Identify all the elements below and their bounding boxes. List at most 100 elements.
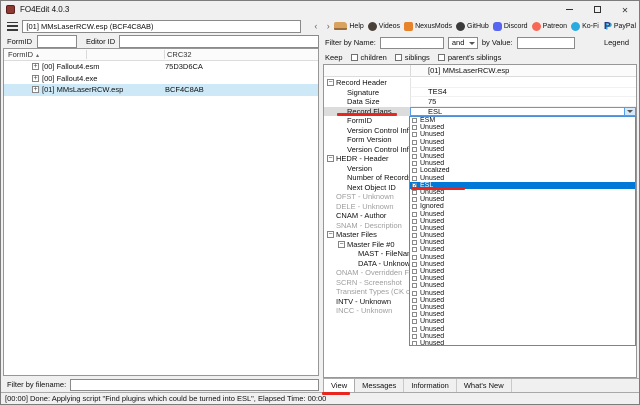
expand-minus-icon[interactable] xyxy=(338,89,345,96)
flag-option[interactable]: Unused xyxy=(410,131,635,138)
expand-minus-icon[interactable] xyxy=(338,127,345,134)
filter-operator-select[interactable]: and xyxy=(448,37,478,49)
back-icon[interactable] xyxy=(310,20,322,33)
flag-option[interactable]: Unused xyxy=(410,146,635,153)
field-value-cell[interactable]: ESL xyxy=(410,107,636,117)
expand-minus-icon[interactable]: − xyxy=(327,155,334,162)
plugin-selector[interactable]: [01] MMsLaserRCW.esp (BCF4C8AB) xyxy=(22,20,300,33)
expand-minus-icon[interactable] xyxy=(338,146,345,153)
flag-option[interactable]: Unused xyxy=(410,275,635,282)
flag-option[interactable]: Ignored xyxy=(410,203,635,210)
expand-minus-icon[interactable] xyxy=(327,279,334,286)
toolbar-link[interactable]: Ko-Fi xyxy=(571,22,599,31)
flag-option[interactable]: Unused xyxy=(410,268,635,275)
expand-minus-icon[interactable] xyxy=(338,117,345,124)
checkbox-icon[interactable] xyxy=(412,168,417,173)
checkbox-icon[interactable] xyxy=(412,190,417,195)
flag-option[interactable]: Unused xyxy=(410,153,635,160)
flag-option[interactable]: Unused xyxy=(410,333,635,340)
expand-plus-icon[interactable]: + xyxy=(32,75,39,82)
checkbox-icon[interactable] xyxy=(412,233,417,238)
expand-minus-icon[interactable] xyxy=(327,298,334,305)
expand-minus-icon[interactable] xyxy=(338,136,345,143)
checkbox-icon[interactable] xyxy=(412,212,417,217)
expand-plus-icon[interactable]: + xyxy=(32,63,39,70)
toolbar-link[interactable]: Patreon xyxy=(532,22,568,31)
checkbox-icon[interactable] xyxy=(412,204,417,209)
keep-checkbox-option[interactable]: children xyxy=(351,53,387,62)
flag-option[interactable]: Unused xyxy=(410,282,635,289)
flag-option[interactable]: Unused xyxy=(410,218,635,225)
field-value-cell[interactable] xyxy=(410,78,636,88)
checkbox-icon[interactable] xyxy=(412,219,417,224)
flag-option[interactable]: Unused xyxy=(410,139,635,146)
expand-minus-icon[interactable] xyxy=(349,250,356,257)
column-header-crc32[interactable]: CRC32 xyxy=(167,50,192,59)
record-row[interactable]: Data Size 75 xyxy=(324,97,636,107)
expand-minus-icon[interactable] xyxy=(338,98,345,105)
expand-minus-icon[interactable] xyxy=(327,307,334,314)
checkbox-icon[interactable] xyxy=(412,269,417,274)
record-row[interactable]: − Record Header xyxy=(324,78,636,88)
flag-option[interactable]: Unused xyxy=(410,311,635,318)
flag-option[interactable]: Unused xyxy=(410,124,635,131)
column-header-formid[interactable]: FormID▴ xyxy=(8,50,39,59)
checkbox-icon[interactable] xyxy=(412,262,417,267)
forward-icon[interactable] xyxy=(322,20,334,33)
checkbox-icon[interactable] xyxy=(412,226,417,231)
toolbar-link[interactable]: NexusMods xyxy=(404,22,452,31)
toolbar-link[interactable]: Discord xyxy=(493,22,528,31)
checkbox-icon[interactable] xyxy=(412,334,417,339)
formid-input[interactable] xyxy=(37,35,77,48)
checkbox-icon[interactable] xyxy=(351,54,358,61)
toolbar-link[interactable]: PayPal xyxy=(603,22,636,31)
tab[interactable]: View xyxy=(323,378,355,392)
expand-minus-icon[interactable] xyxy=(327,269,334,276)
flag-option[interactable]: Unused xyxy=(410,246,635,253)
checkbox-icon[interactable] xyxy=(412,276,417,281)
expand-minus-icon[interactable] xyxy=(327,288,334,295)
keep-checkbox-option[interactable]: siblings xyxy=(395,53,430,62)
expand-minus-icon[interactable]: − xyxy=(327,231,334,238)
legend-button[interactable]: Legend xyxy=(604,38,629,47)
checkbox-icon[interactable] xyxy=(412,327,417,332)
plugin-row[interactable]: + [00] Fallout4.esm 75D3D6CA xyxy=(4,61,318,73)
dropdown-button[interactable] xyxy=(624,108,635,116)
checkbox-icon[interactable] xyxy=(412,197,417,202)
maximize-button[interactable] xyxy=(583,1,611,18)
flag-option[interactable]: Unused xyxy=(410,318,635,325)
expand-minus-icon[interactable] xyxy=(338,174,345,181)
expand-minus-icon[interactable] xyxy=(327,222,334,229)
checkbox-icon[interactable] xyxy=(412,176,417,181)
keep-checkbox-option[interactable]: parent's siblings xyxy=(438,53,502,62)
close-button[interactable] xyxy=(611,1,639,18)
checkbox-icon[interactable] xyxy=(412,305,417,310)
checkbox-icon[interactable] xyxy=(412,118,417,123)
expand-minus-icon[interactable] xyxy=(338,165,345,172)
flag-option[interactable]: Unused xyxy=(410,196,635,203)
expand-minus-icon[interactable] xyxy=(327,212,334,219)
checkbox-icon[interactable] xyxy=(412,341,417,346)
field-value-cell[interactable]: TES4 xyxy=(410,88,636,98)
flag-option[interactable]: Unused xyxy=(410,210,635,217)
flag-option[interactable]: Localized xyxy=(410,167,635,174)
checkbox-icon[interactable] xyxy=(412,298,417,303)
flag-option[interactable]: Unused xyxy=(410,297,635,304)
checkbox-icon[interactable] xyxy=(412,255,417,260)
checkbox-icon[interactable] xyxy=(412,161,417,166)
plugin-row[interactable]: + [00] Fallout4.exe xyxy=(4,73,318,85)
flag-option[interactable]: Unused xyxy=(410,239,635,246)
expand-minus-icon[interactable] xyxy=(349,260,356,267)
checkbox-icon[interactable] xyxy=(412,240,417,245)
grid-plugin-column-header[interactable]: [01] MMsLaserRCW.esp xyxy=(410,65,636,76)
checkbox-icon[interactable] xyxy=(412,140,417,145)
flag-option[interactable]: Unused xyxy=(410,232,635,239)
checkbox-icon[interactable] xyxy=(412,283,417,288)
checkbox-icon[interactable] xyxy=(412,291,417,296)
flag-option[interactable]: Unused xyxy=(410,340,635,347)
checkbox-icon[interactable] xyxy=(412,125,417,130)
record-row[interactable]: Signature TES4 xyxy=(324,88,636,98)
checkbox-icon[interactable] xyxy=(412,319,417,324)
plugin-row[interactable]: + [01] MMsLaserRCW.esp BCF4C8AB xyxy=(4,84,318,96)
filter-filename-input[interactable] xyxy=(70,379,319,391)
